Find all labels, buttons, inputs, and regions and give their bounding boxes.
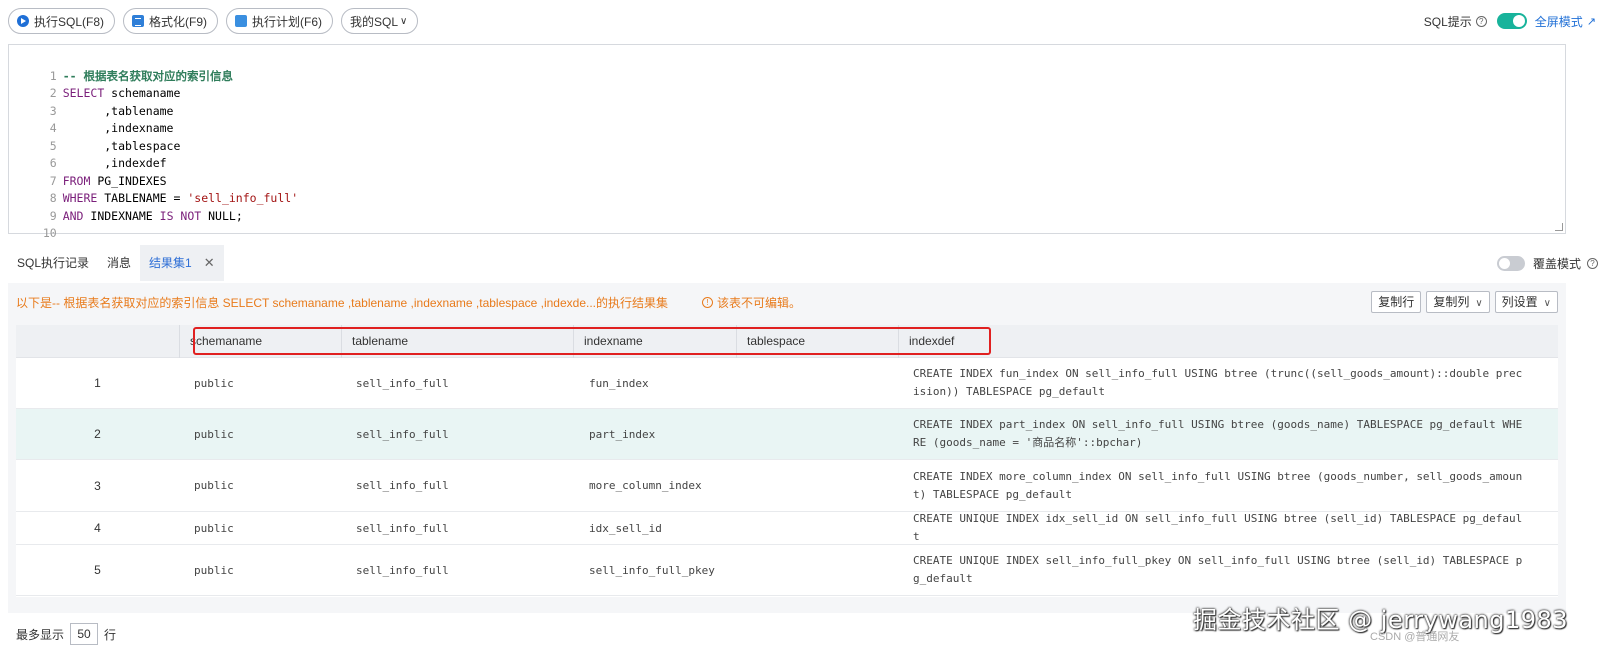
run-sql-button[interactable]: 执行SQL(F8) bbox=[8, 8, 116, 34]
toolbar: 执行SQL(F8) 格式化(F9) 执行计划(F6) 我的SQL ∨ SQL提示… bbox=[0, 0, 1602, 42]
code-line: 5 ,tablespace bbox=[49, 138, 181, 153]
row-number: 4 bbox=[94, 521, 101, 535]
table-row[interactable]: 4 public sell_info_full idx_sell_id CREA… bbox=[16, 512, 1558, 545]
sql-hint-label: SQL提示 bbox=[1423, 14, 1472, 29]
copy-column-button[interactable]: 复制列 ∨ bbox=[1426, 291, 1490, 313]
info-icon: ! bbox=[702, 296, 713, 308]
code-line: 8 WHERE TABLENAME = 'sell_info_full' bbox=[49, 191, 299, 205]
cell-tablename[interactable]: sell_info_full bbox=[356, 409, 449, 459]
cell-schemaname[interactable]: public bbox=[194, 512, 234, 544]
result-info-bar: 以下是-- 根据表名获取对应的索引信息 SELECT schemaname ,t… bbox=[8, 283, 1566, 321]
column-header-indexname[interactable]: indexname bbox=[573, 325, 736, 358]
code-line: 2 SELECT schemaname bbox=[49, 86, 181, 100]
help-icon[interactable]: ? bbox=[1475, 15, 1487, 27]
tab-sql-history[interactable]: SQL执行记录 bbox=[8, 245, 98, 281]
column-header-indexdef[interactable]: indexdef bbox=[898, 325, 1558, 358]
my-sql-label: 我的SQL bbox=[350, 14, 399, 29]
format-label: 格式化(F9) bbox=[149, 14, 208, 29]
my-sql-dropdown[interactable]: 我的SQL ∨ bbox=[341, 8, 419, 34]
column-header-tablename[interactable]: tablename bbox=[341, 325, 573, 358]
explain-plan-label: 执行计划(F6) bbox=[252, 14, 323, 29]
overlay-mode-toggle[interactable] bbox=[1496, 255, 1525, 271]
overlay-mode-label: 覆盖模式 bbox=[1532, 256, 1581, 271]
table-row[interactable]: 5 public sell_info_full sell_info_full_p… bbox=[16, 545, 1558, 596]
max-rows-input[interactable]: 50 bbox=[70, 623, 99, 645]
sql-hint-toggle[interactable] bbox=[1496, 13, 1527, 29]
code-line: 9 AND INDEXNAME IS NOT NULL; bbox=[49, 208, 243, 223]
column-settings-label: 列设置 bbox=[1501, 295, 1538, 309]
cell-schemaname[interactable]: public bbox=[194, 545, 234, 595]
tab-result-set-1[interactable]: 结果集1 ✕ bbox=[140, 245, 224, 281]
result-info-text: 以下是-- 根据表名获取对应的索引信息 SELECT schemaname ,t… bbox=[16, 295, 668, 310]
close-icon[interactable]: ✕ bbox=[204, 245, 215, 281]
toolbar-right: SQL提示 ? 全屏模式 ↗ bbox=[1424, 0, 1602, 42]
cell-indexdef[interactable]: CREATE INDEX part_index ON sell_info_ful… bbox=[913, 409, 1528, 459]
column-settings-button[interactable]: 列设置 ∨ bbox=[1494, 291, 1558, 313]
table-row[interactable]: 2 public sell_info_full part_index CREAT… bbox=[16, 409, 1558, 460]
format-button[interactable]: 格式化(F9) bbox=[123, 8, 219, 34]
chevron-down-icon: ∨ bbox=[1475, 298, 1483, 309]
format-icon bbox=[132, 15, 145, 27]
explain-plan-button[interactable]: 执行计划(F6) bbox=[226, 8, 334, 34]
cell-tablename[interactable]: sell_info_full bbox=[356, 358, 449, 408]
chevron-down-icon: ∨ bbox=[1543, 298, 1551, 309]
fullscreen-link[interactable]: 全屏模式 bbox=[1535, 13, 1583, 30]
cell-tablename[interactable]: sell_info_full bbox=[356, 545, 449, 595]
run-sql-label: 执行SQL(F8) bbox=[34, 14, 105, 29]
cell-indexdef[interactable]: CREATE INDEX more_column_index ON sell_i… bbox=[913, 460, 1528, 511]
copy-column-label: 复制列 bbox=[1433, 295, 1470, 309]
cell-indexdef[interactable]: CREATE UNIQUE INDEX idx_sell_id ON sell_… bbox=[913, 512, 1528, 544]
watermark-secondary: CSDN @普通网友 bbox=[1370, 631, 1460, 643]
row-number: 5 bbox=[94, 563, 101, 577]
column-header-tablespace[interactable]: tablespace bbox=[736, 325, 898, 358]
cell-schemaname[interactable]: public bbox=[194, 409, 234, 459]
chevron-down-icon: ∨ bbox=[400, 15, 408, 27]
result-tabs: SQL执行记录 消息 结果集1 ✕ 覆盖模式 ? bbox=[8, 245, 1602, 281]
expand-icon[interactable]: ↗ bbox=[1587, 15, 1596, 28]
help-icon[interactable]: ? bbox=[1587, 257, 1598, 269]
grid-header: schemaname tablename indexname tablespac… bbox=[16, 325, 1558, 358]
cell-indexdef[interactable]: CREATE UNIQUE INDEX sell_info_full_pkey … bbox=[913, 545, 1528, 595]
result-panel: 以下是-- 根据表名获取对应的索引信息 SELECT schemaname ,t… bbox=[8, 283, 1566, 613]
play-icon bbox=[17, 15, 29, 27]
cell-tablename[interactable]: sell_info_full bbox=[356, 460, 449, 511]
row-number: 3 bbox=[94, 478, 101, 493]
table-row[interactable]: 3 public sell_info_full more_column_inde… bbox=[16, 460, 1558, 512]
code-line: 3 ,tablename bbox=[49, 103, 174, 118]
code-line: 7 FROM PG_INDEXES bbox=[49, 173, 167, 188]
cell-indexname[interactable]: idx_sell_id bbox=[589, 512, 662, 544]
max-rows-prefix: 最多显示 bbox=[16, 627, 65, 642]
cell-indexname[interactable]: sell_info_full_pkey bbox=[589, 545, 715, 595]
cell-schemaname[interactable]: public bbox=[194, 460, 234, 511]
row-number: 1 bbox=[94, 376, 101, 390]
code-line: 4 ,indexname bbox=[49, 121, 174, 135]
row-number-header bbox=[16, 325, 179, 358]
result-actions: 复制行 复制列 ∨ 列设置 ∨ bbox=[1366, 291, 1558, 313]
cell-indexname[interactable]: fun_index bbox=[589, 358, 649, 408]
resize-handle[interactable] bbox=[1555, 223, 1563, 231]
code-line: 10 bbox=[42, 226, 57, 240]
code-line: 6 ,indexdef bbox=[49, 156, 167, 170]
readonly-text: 该表不可编辑。 bbox=[717, 295, 802, 310]
code-line: 1 -- 根据表名获取对应的索引信息 bbox=[49, 68, 233, 83]
result-footer: 最多显示 50 行 bbox=[16, 623, 116, 645]
copy-row-button[interactable]: 复制行 bbox=[1371, 291, 1422, 313]
table-row[interactable]: 1 public sell_info_full fun_index CREATE… bbox=[16, 358, 1558, 409]
plan-icon bbox=[235, 15, 248, 27]
cell-indexname[interactable]: part_index bbox=[589, 409, 655, 459]
cell-indexdef[interactable]: CREATE INDEX fun_index ON sell_info_full… bbox=[913, 358, 1528, 408]
max-rows-suffix: 行 bbox=[104, 627, 117, 642]
row-number: 2 bbox=[94, 427, 101, 441]
cell-schemaname[interactable]: public bbox=[194, 358, 234, 408]
cell-tablename[interactable]: sell_info_full bbox=[356, 512, 449, 544]
cell-indexname[interactable]: more_column_index bbox=[589, 460, 702, 511]
overlay-mode-area: 覆盖模式 ? bbox=[1496, 245, 1602, 281]
sql-editor[interactable]: 1 -- 根据表名获取对应的索引信息 2 SELECT schemaname 3 ,… bbox=[8, 44, 1566, 240]
tab-messages[interactable]: 消息 bbox=[98, 245, 140, 281]
result-grid: schemaname tablename indexname tablespac… bbox=[16, 325, 1558, 597]
column-header-schemaname[interactable]: schemaname bbox=[179, 325, 341, 358]
tab-result-set-label: 结果集1 bbox=[149, 256, 192, 270]
